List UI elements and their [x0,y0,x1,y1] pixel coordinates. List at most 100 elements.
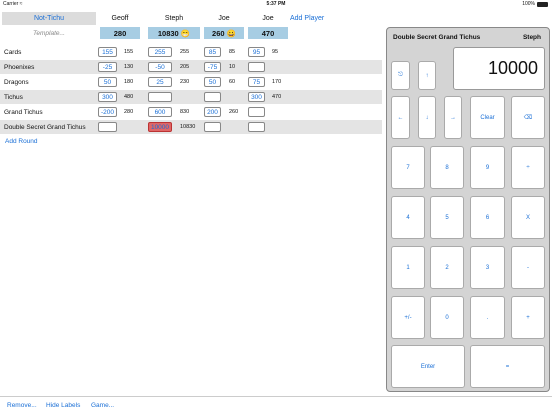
score-row: Double Secret Grand Tichus 10000 10830 [0,120,382,134]
key-6[interactable]: 6 [470,196,505,239]
running-total: 230 [180,79,190,85]
score-input[interactable] [204,92,221,102]
player-name-1[interactable]: Geoff [100,12,140,25]
score-input[interactable]: 300 [98,92,117,102]
game-name-tab[interactable]: Not-Tichu [2,12,96,25]
bottom-toolbar: Remove... Hide Labels Game... [0,396,552,414]
running-total: 260 [229,109,239,115]
score-input[interactable]: 10000 [148,122,172,132]
keypad-player-name: Steph [522,34,541,41]
key-8[interactable]: 8 [430,146,464,189]
hide-labels-button[interactable]: Hide Labels [46,402,80,409]
score-input[interactable] [248,107,265,117]
row-label[interactable]: Grand Tichus [4,105,43,119]
clock: 5:37 PM [266,1,286,7]
running-total: 830 [180,109,190,115]
score-input[interactable]: 25 [148,77,172,87]
remove-button[interactable]: Remove... [7,402,37,409]
running-total: 130 [124,64,134,70]
enter-button[interactable]: Enter [391,345,465,388]
score-input[interactable]: 75 [248,77,265,87]
running-total: 10830 [180,124,196,130]
running-total: 155 [124,49,134,55]
key-2[interactable]: 2 [430,246,464,289]
score-input[interactable]: -25 [98,62,117,72]
key-9[interactable]: 9 [470,146,505,189]
running-total: 10 [229,64,236,70]
key-1[interactable]: 1 [391,246,425,289]
equals-key[interactable]: = [470,345,545,388]
key-5[interactable]: 5 [430,196,464,239]
running-total: 95 [272,49,279,55]
decimal-key[interactable]: . [470,296,505,339]
add-player-button[interactable]: Add Player [290,12,324,25]
score-input[interactable]: 600 [148,107,172,117]
total-player-4: 470 [248,27,288,39]
score-input[interactable] [248,62,265,72]
key-0[interactable]: 0 [430,296,464,339]
score-input[interactable]: -50 [148,62,172,72]
key-7[interactable]: 7 [391,146,425,189]
score-row: Dragons 50 180 25 230 50 60 75 170 [0,75,382,89]
running-total: 255 [180,49,190,55]
template-input[interactable]: Template... [2,27,96,39]
score-input[interactable] [248,122,265,132]
score-input[interactable]: 155 [98,47,117,57]
running-total: 280 [124,109,134,115]
player-name-2[interactable]: Steph [148,12,200,25]
running-total: 60 [229,79,236,85]
player-name-3[interactable]: Joe [204,12,244,25]
running-total: 470 [272,94,282,100]
total-player-1: 280 [100,27,140,39]
score-input[interactable] [148,92,172,102]
key-3[interactable]: 3 [470,246,505,289]
running-total: 205 [180,64,190,70]
total-player-3: 260 😀 [204,27,244,39]
down-arrow-icon[interactable]: ↓ [418,96,436,139]
row-label[interactable]: Phoenixes [4,60,34,74]
undo-icon[interactable]: ⎋ [391,61,410,90]
score-row: Tichus 300 480 300 470 [0,90,382,104]
add-round-button[interactable]: Add Round [5,138,38,145]
player-name-4[interactable]: Joe [248,12,288,25]
game-button[interactable]: Game... [91,402,114,409]
row-label[interactable]: Dragons [4,75,29,89]
score-input[interactable]: -200 [98,107,117,117]
up-arrow-icon[interactable]: ↑ [418,61,436,90]
score-input[interactable] [204,122,221,132]
row-label[interactable]: Tichus [4,90,23,104]
score-input[interactable]: 255 [148,47,172,57]
plus-key[interactable]: + [511,296,545,339]
right-arrow-icon[interactable]: → [444,96,462,139]
battery-icon [537,1,548,7]
running-total: 170 [272,79,282,85]
battery-indicator: 100% [522,1,548,7]
keypad-panel: Double Secret Grand Tichus Steph 10000 ⎋… [386,27,550,392]
plus-minus-key[interactable]: +/- [391,296,425,339]
minus-key[interactable]: - [511,246,545,289]
multiply-key[interactable]: X [511,196,545,239]
score-input[interactable] [98,122,117,132]
clear-button[interactable]: Clear [470,96,505,139]
score-input[interactable]: 85 [204,47,221,57]
row-label[interactable]: Double Secret Grand Tichus [4,120,86,134]
score-input[interactable]: -75 [204,62,221,72]
running-total: 85 [229,49,236,55]
running-total: 480 [124,94,134,100]
keypad-display: 10000 [453,47,545,90]
divide-key[interactable]: ÷ [511,146,545,189]
score-row: Grand Tichus -200 280 600 830 200 260 [0,105,382,119]
keypad-row-title: Double Secret Grand Tichus [393,34,481,41]
left-arrow-icon[interactable]: ← [391,96,410,139]
running-total: 180 [124,79,134,85]
score-row: Cards 155 155 255 255 85 85 95 95 [0,45,382,59]
score-input[interactable]: 50 [204,77,221,87]
status-bar: Carrier ≈ 5:37 PM 100% [0,0,552,9]
score-input[interactable]: 300 [248,92,265,102]
row-label[interactable]: Cards [4,45,21,59]
backspace-icon[interactable]: ⌫ [511,96,545,139]
score-input[interactable]: 50 [98,77,117,87]
key-4[interactable]: 4 [391,196,425,239]
score-input[interactable]: 200 [204,107,221,117]
score-input[interactable]: 95 [248,47,265,57]
